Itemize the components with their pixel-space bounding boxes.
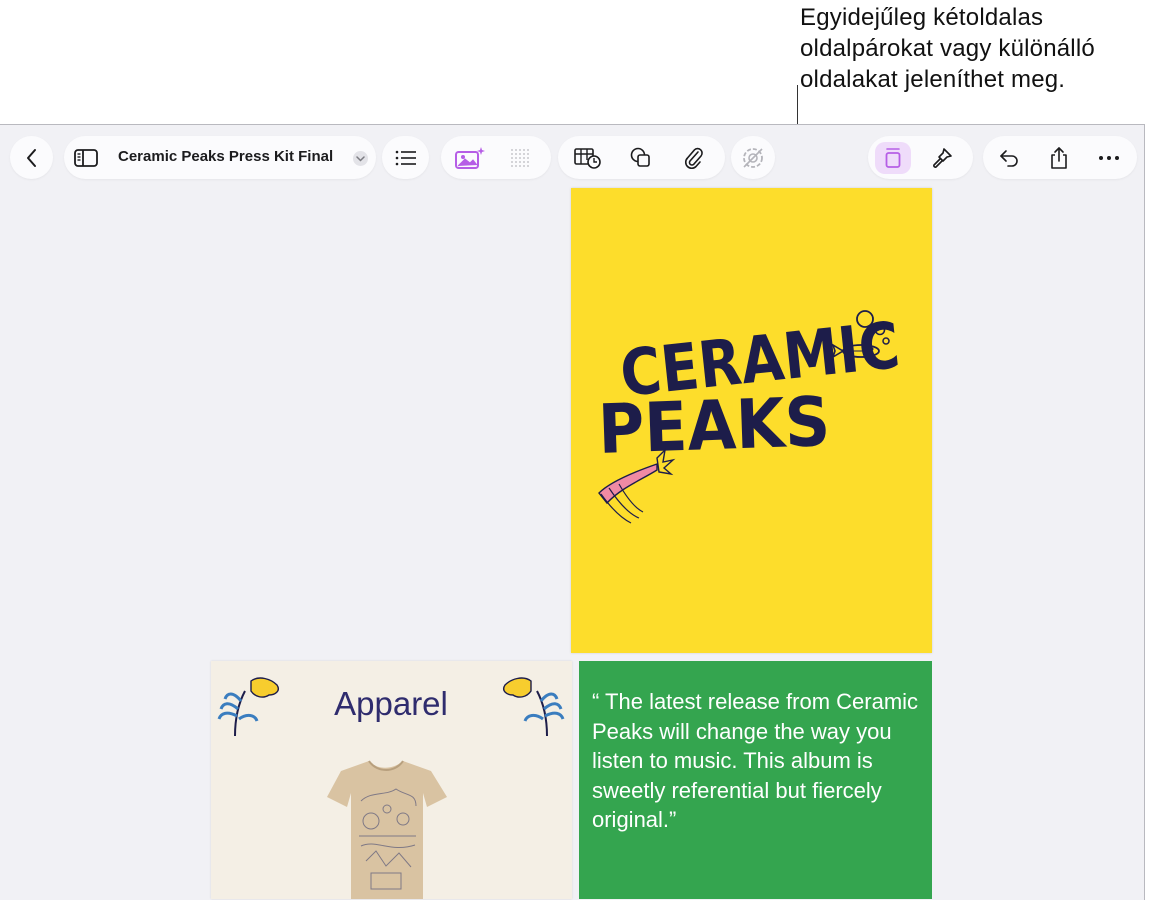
dot-grid-icon xyxy=(511,148,529,167)
format-pill xyxy=(868,136,973,179)
sidebar-icon xyxy=(74,148,98,167)
callout-text: Egyidejűleg kétoldalas oldalpárokat vagy… xyxy=(800,2,1170,95)
callout-line-2: oldalpárokat vagy különálló xyxy=(800,35,1095,62)
actions-pill xyxy=(983,136,1137,179)
list-icon xyxy=(382,136,429,179)
page-view-button[interactable] xyxy=(870,136,916,179)
ceramic-peaks-logo: CERAMIC PEAKS xyxy=(597,309,903,524)
title-menu-button[interactable] xyxy=(353,151,368,166)
quote-page[interactable]: “ The latest release from Ceramic Peaks … xyxy=(579,661,932,899)
apparel-page[interactable]: Apparel xyxy=(211,661,572,899)
table-chart-button[interactable] xyxy=(562,136,613,179)
ellipsis-icon xyxy=(1099,155,1119,160)
more-button[interactable] xyxy=(1085,136,1133,179)
undo-button[interactable] xyxy=(985,136,1033,179)
chevron-down-icon xyxy=(356,155,365,162)
apparel-title: Apparel xyxy=(334,685,448,722)
chevron-left-icon xyxy=(10,136,53,179)
format-button[interactable] xyxy=(916,136,968,179)
media-pill xyxy=(441,136,551,179)
logo-line-2: PEAKS xyxy=(597,383,832,470)
attachment-button[interactable] xyxy=(668,136,720,179)
insert-pill xyxy=(558,136,725,179)
callout-line-3: oldalakat jeleníthet meg. xyxy=(800,66,1066,93)
paperclip-icon xyxy=(685,147,703,169)
grid-button[interactable] xyxy=(495,136,545,179)
table-chart-icon xyxy=(573,147,601,169)
shapes-button[interactable] xyxy=(613,136,668,179)
shapes-icon xyxy=(630,147,650,167)
sidebar-toggle-button[interactable] xyxy=(64,136,108,179)
undo-icon xyxy=(1000,149,1018,167)
photo-settings-icon xyxy=(731,136,775,179)
document-title[interactable]: Ceramic Peaks Press Kit Final xyxy=(118,148,333,165)
image-playground-button[interactable] xyxy=(445,136,495,179)
share-button[interactable] xyxy=(1033,136,1085,179)
media-disabled-button[interactable] xyxy=(731,136,775,179)
callout-line-1: Egyidejűleg kétoldalas xyxy=(800,4,1044,31)
list-button[interactable] xyxy=(382,136,429,179)
cover-page[interactable]: CERAMIC PEAKS xyxy=(571,188,932,653)
page-view-icon xyxy=(885,147,901,168)
flower-left-icon xyxy=(217,677,279,737)
image-sparkle-icon xyxy=(455,146,485,169)
quote-text: “ The latest release from Ceramic Peaks … xyxy=(592,689,919,832)
flower-right-icon xyxy=(503,677,565,737)
apparel-artwork: Apparel xyxy=(217,677,565,899)
share-icon xyxy=(1051,146,1067,169)
back-button[interactable] xyxy=(10,136,53,179)
paintbrush-icon xyxy=(933,147,952,168)
tshirt-image xyxy=(327,760,447,899)
